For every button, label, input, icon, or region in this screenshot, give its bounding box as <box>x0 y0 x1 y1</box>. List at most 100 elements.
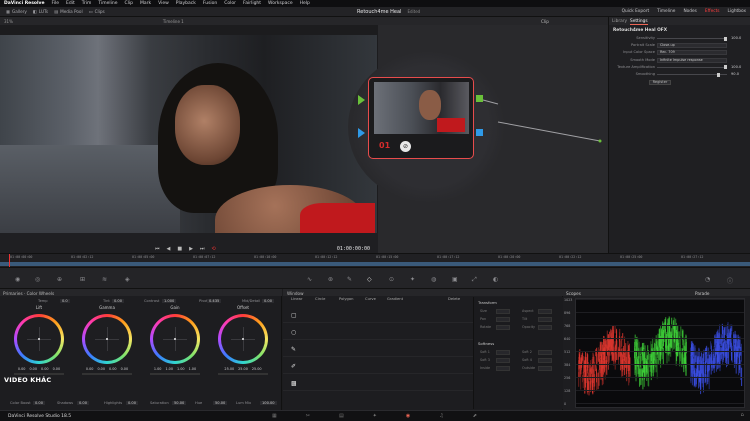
field-input[interactable] <box>538 350 552 355</box>
wheel-value[interactable]: 0.00 <box>29 367 37 371</box>
window-icon[interactable]: ◇ <box>367 276 372 283</box>
color-match-icon[interactable]: ◎ <box>35 276 40 283</box>
wheel-value[interactable]: 0.00 <box>86 367 94 371</box>
mini-timeline[interactable]: 01:00:00:00 01:00:02:12 01:00:05:00 01:00:0… <box>0 253 750 268</box>
param-row[interactable]: Texture Amplification 100.0 <box>609 65 750 71</box>
loop-icon[interactable]: ⟲ <box>211 246 215 252</box>
wheel-master-slider[interactable] <box>82 373 132 375</box>
wheel-value[interactable]: 1.00 <box>177 367 185 371</box>
rgb-output-port[interactable] <box>476 95 483 102</box>
wheel-value[interactable]: 0.00 <box>53 367 61 371</box>
skip-end-icon[interactable]: ⏭ <box>200 246 205 252</box>
footer-control-value[interactable]: 0.00 <box>126 401 139 405</box>
wheel-value[interactable]: 0.00 <box>109 367 117 371</box>
wheel-value[interactable]: 25.00 <box>224 367 234 371</box>
camera-raw-icon[interactable]: ◉ <box>15 276 20 283</box>
menu-item[interactable]: Playback <box>176 1 196 6</box>
3d-icon[interactable]: ◐ <box>493 276 498 283</box>
param-value[interactable]: 90.0 <box>731 72 739 76</box>
timeline-name[interactable]: Timeline 1 <box>163 19 184 24</box>
play-icon[interactable]: ▶ <box>189 246 193 252</box>
field-input[interactable] <box>496 317 510 322</box>
field-input[interactable] <box>496 350 510 355</box>
menu-item[interactable]: Fusion <box>203 1 217 6</box>
nodes-button[interactable]: Nodes <box>683 9 696 14</box>
window-row-polygon[interactable]: ✎ <box>283 341 473 357</box>
wheel-value[interactable]: 1.00 <box>189 367 197 371</box>
rgb-mixer-icon[interactable]: ≋ <box>102 276 107 283</box>
param-row[interactable]: Sensitivity 100.0 <box>609 36 750 42</box>
param-row[interactable]: Smooth Mode Infinite Impulse response <box>609 57 750 64</box>
param-slider[interactable] <box>657 65 727 70</box>
menu-item[interactable]: Workspace <box>268 1 293 6</box>
primary-control-value[interactable]: 0.00 <box>262 299 275 303</box>
primary-control-value[interactable]: 1.000 <box>162 299 177 303</box>
main-output-port[interactable] <box>598 139 602 143</box>
footer-control-value[interactable]: 50.00 <box>172 401 187 405</box>
linear-label[interactable]: Linear <box>291 297 302 301</box>
param-dropdown[interactable]: Infinite Impulse response <box>657 57 727 63</box>
footer-control-value[interactable]: 0.00 <box>33 401 46 405</box>
edit-page-icon[interactable]: ▤ <box>339 413 344 419</box>
register-button[interactable]: Register <box>649 80 671 85</box>
hdr-icon[interactable]: ⊞ <box>80 276 85 283</box>
color-warper-icon[interactable]: ⊛ <box>328 276 333 283</box>
wheel-value[interactable]: 0.00 <box>18 367 26 371</box>
rgb-input-port[interactable] <box>358 95 365 105</box>
polygon-label[interactable]: Polygon <box>339 297 354 301</box>
wheel-master-slider[interactable] <box>218 373 268 375</box>
param-dropdown[interactable]: Rec. 709 <box>657 50 727 56</box>
wheel-master-slider[interactable] <box>150 373 200 375</box>
footer-control-value[interactable]: 100.00 <box>260 401 277 405</box>
corrector-node[interactable]: 01 ⊘ <box>368 77 474 159</box>
media-pool-button[interactable]: ▤ Media Pool <box>54 9 83 14</box>
footer-control-value[interactable]: 0.00 <box>77 401 90 405</box>
curve-label[interactable]: Curve <box>365 297 376 301</box>
curves-icon[interactable]: ∿ <box>307 276 312 283</box>
window-row-linear[interactable]: ▢ <box>283 307 473 323</box>
clip-dropdown[interactable]: Clip <box>541 19 549 24</box>
window-row-circle[interactable]: ○ <box>283 324 473 340</box>
alpha-output-port[interactable] <box>476 129 483 136</box>
param-dropdown[interactable]: Close-up <box>657 43 727 49</box>
rewind-icon[interactable]: ◀ <box>167 246 171 252</box>
motion-effects-icon[interactable]: ◈ <box>125 276 130 283</box>
zoom-level[interactable]: 31% <box>4 19 13 24</box>
fusion-page-icon[interactable]: ✦ <box>373 413 377 419</box>
param-row[interactable]: Portrait Scale Close-up <box>609 43 750 49</box>
color-page-icon[interactable]: ◉ <box>406 413 410 419</box>
field-input[interactable] <box>496 309 510 314</box>
primary-control-value[interactable]: 0.00 <box>112 299 125 303</box>
field-input[interactable] <box>496 325 510 330</box>
param-slider[interactable] <box>657 72 727 77</box>
primary-control-value[interactable]: 0.435 <box>207 299 222 303</box>
field-input[interactable] <box>538 309 552 314</box>
delete-label[interactable]: Delete <box>448 297 460 301</box>
clip-track[interactable] <box>0 262 750 266</box>
param-slider[interactable] <box>657 36 727 41</box>
fairlight-page-icon[interactable]: ♫ <box>439 413 443 419</box>
quick-export-button[interactable]: Quick Export <box>622 9 650 14</box>
menu-item[interactable]: View <box>158 1 169 6</box>
primaries-icon[interactable]: ⊕ <box>57 276 62 283</box>
slider-knob[interactable] <box>724 36 727 41</box>
color-wheel[interactable] <box>14 314 64 364</box>
tracker-icon[interactable]: ⊙ <box>389 276 394 283</box>
field-input[interactable] <box>496 366 510 371</box>
home-icon[interactable]: ⌂ <box>741 412 745 418</box>
deliver-page-icon[interactable]: ⬈ <box>473 413 477 419</box>
effects-button[interactable]: Effects <box>705 9 720 14</box>
field-input[interactable] <box>538 366 552 371</box>
menu-item[interactable]: Trim <box>82 1 92 6</box>
skip-start-icon[interactable]: ⏮ <box>155 246 160 252</box>
param-row[interactable]: Input Color Space Rec. 709 <box>609 50 750 56</box>
timeline-button[interactable]: Timeline <box>657 9 675 14</box>
tab-library[interactable]: Library <box>612 19 627 24</box>
wheel-value[interactable]: 0.00 <box>121 367 129 371</box>
menu-item[interactable]: Help <box>300 1 310 6</box>
wheel-value[interactable]: 0.00 <box>41 367 49 371</box>
field-input[interactable] <box>496 358 510 363</box>
field-input[interactable] <box>538 358 552 363</box>
menu-item[interactable]: Mark <box>140 1 151 6</box>
sizing-icon[interactable]: ⤢ <box>472 276 477 284</box>
